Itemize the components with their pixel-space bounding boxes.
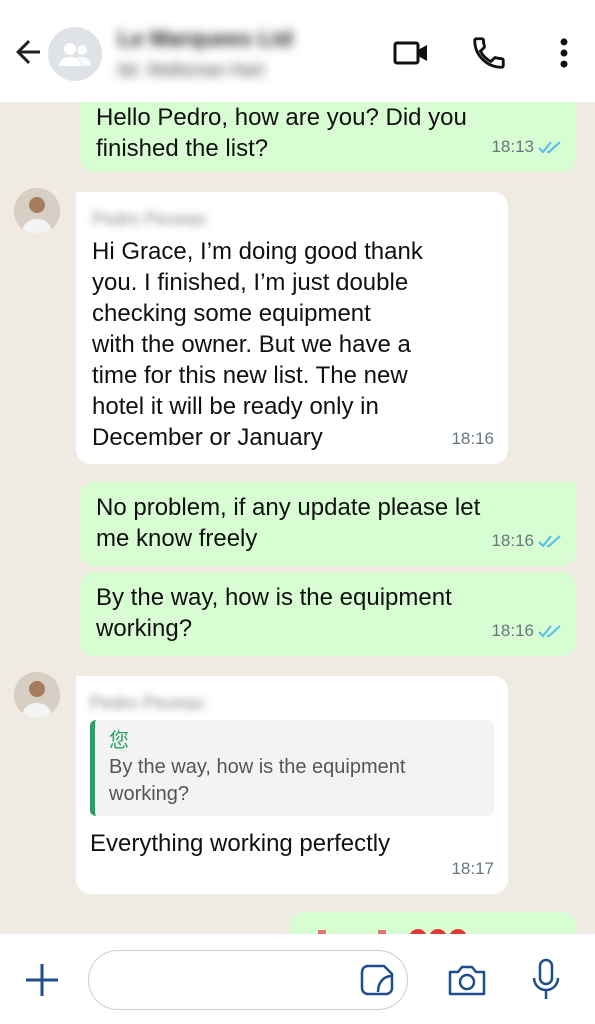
message-meta: 18:16 bbox=[451, 423, 494, 454]
message-meta: 18:13 bbox=[491, 131, 562, 162]
message-text: By the way, how is the equipment working… bbox=[96, 584, 452, 642]
message-text: Hello Pedro, how are you? Did you finish… bbox=[96, 104, 467, 162]
message-text: Everything working perfectly bbox=[90, 830, 391, 857]
incoming-message[interactable]: Pedro Pecego 您 By the way, how is the eq… bbox=[76, 676, 508, 894]
quoted-message[interactable]: 您 By the way, how is the equipment worki… bbox=[90, 720, 494, 816]
back-arrow-icon[interactable] bbox=[10, 34, 46, 70]
plus-icon[interactable] bbox=[22, 960, 62, 1000]
sticker-icon[interactable] bbox=[360, 962, 396, 998]
mic-icon[interactable] bbox=[530, 958, 562, 1002]
message-meta: 18:16 bbox=[491, 525, 562, 556]
video-call-icon[interactable] bbox=[392, 34, 430, 72]
read-ticks-icon bbox=[538, 140, 561, 153]
message-list[interactable]: Hello Pedro, how are you? Did you finish… bbox=[0, 102, 595, 934]
message-meta: 18:17 bbox=[451, 853, 494, 884]
message-text: Hi Grace, I’m doing good thank you. I fi… bbox=[92, 238, 423, 451]
read-ticks-icon bbox=[538, 624, 561, 637]
camera-icon[interactable] bbox=[446, 962, 488, 998]
chat-header: Le Marquees Ltd ltd. Wallsman Hart bbox=[0, 0, 595, 102]
more-vert-icon[interactable] bbox=[545, 34, 583, 72]
message-time: 18:16 bbox=[451, 429, 494, 448]
chat-title[interactable]: Le Marquees Ltd bbox=[118, 26, 348, 50]
contact-avatar[interactable] bbox=[14, 188, 60, 234]
outgoing-message[interactable]: No problem, if any update please let me … bbox=[80, 482, 576, 566]
message-meta: 18:16 bbox=[491, 615, 562, 646]
sender-name: Pedro Pecego bbox=[90, 693, 205, 710]
message-text: No problem, if any update please let me … bbox=[96, 494, 481, 552]
incoming-message[interactable]: Pedro Pecego Hi Grace, I’m doing good th… bbox=[76, 192, 508, 464]
read-ticks-icon bbox=[538, 534, 561, 547]
phone-call-icon[interactable] bbox=[470, 34, 508, 72]
message-time: 18:16 bbox=[491, 621, 534, 640]
message-time: 18:13 bbox=[491, 137, 534, 156]
quote-author: 您 bbox=[109, 730, 129, 752]
sender-name: Pedro Pecego bbox=[92, 209, 207, 226]
message-time: 18:17 bbox=[451, 859, 494, 878]
outgoing-message[interactable]: Hello Pedro, how are you? Did you finish… bbox=[80, 102, 576, 172]
outgoing-message[interactable]: By the way, how is the equipment working… bbox=[80, 572, 576, 656]
outgoing-message-partial[interactable] bbox=[290, 912, 576, 934]
contact-avatar[interactable] bbox=[14, 672, 60, 718]
heart-emoji-icon bbox=[318, 929, 467, 934]
chat-subtitle[interactable]: ltd. Wallsman Hart bbox=[118, 60, 373, 80]
message-time: 18:16 bbox=[491, 531, 534, 550]
group-avatar-icon[interactable] bbox=[48, 27, 102, 81]
quote-text: By the way, how is the equipment working… bbox=[109, 756, 406, 805]
